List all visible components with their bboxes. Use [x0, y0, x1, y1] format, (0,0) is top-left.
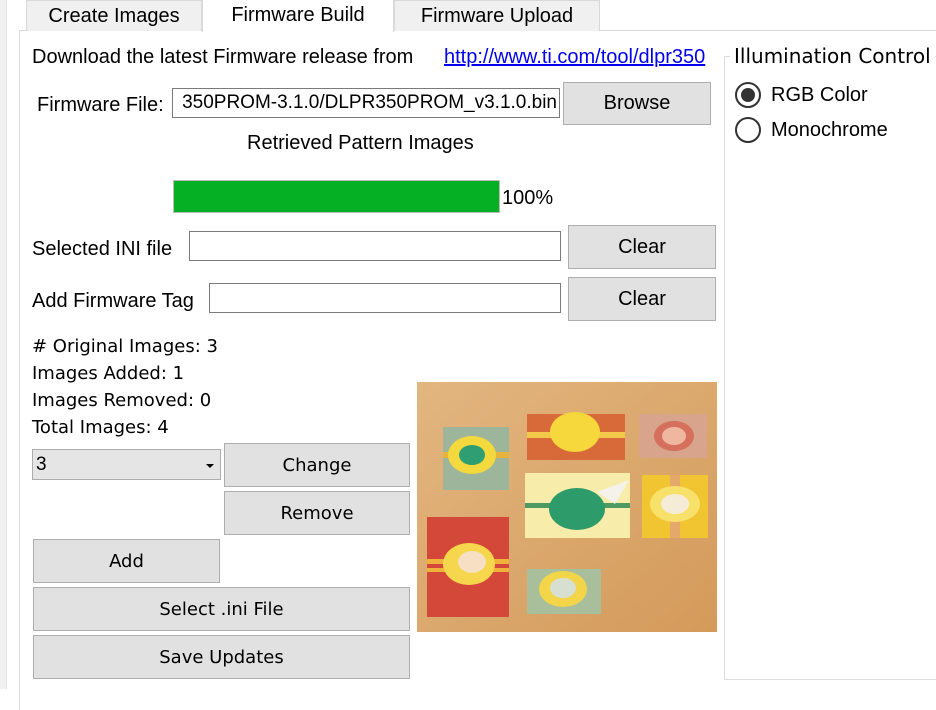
retrieved-progress-bar	[173, 180, 500, 213]
illumination-control-group	[724, 56, 936, 680]
radio-label: RGB Color	[771, 83, 868, 106]
firmware-tag-input[interactable]	[209, 283, 561, 313]
radio-button[interactable]	[735, 117, 761, 143]
tab-label: Firmware Build	[231, 4, 365, 26]
browse-button[interactable]: Browse	[563, 82, 711, 125]
illumination-control-title: Illumination Control	[730, 46, 935, 66]
tab-label: Firmware Upload	[420, 4, 574, 27]
retrieved-label: Retrieved Pattern Images	[247, 132, 474, 154]
progress-percent: 100%	[502, 187, 554, 209]
firmware-file-label: Firmware File:	[37, 94, 164, 116]
select-ini-button[interactable]: Select .ini File	[33, 587, 410, 631]
remove-button[interactable]: Remove	[224, 491, 410, 535]
radio-rgb-color[interactable]: RGB Color	[735, 82, 868, 108]
tab-label: Create Images	[48, 4, 180, 27]
download-link[interactable]: http://www.ti.com/tool/dlpr350	[444, 47, 705, 67]
clear-tag-button[interactable]: Clear	[568, 277, 716, 321]
tab-create-images[interactable]: Create Images	[26, 0, 202, 31]
radio-button[interactable]	[735, 82, 761, 108]
total-images-count: Total Images: 4	[32, 417, 169, 438]
tab-firmware-build[interactable]: Firmware Build	[202, 0, 394, 32]
chevron-down-icon	[206, 463, 214, 468]
ini-file-label: Selected INI file	[32, 238, 173, 260]
clear-ini-button[interactable]: Clear	[568, 225, 716, 269]
preview-illustration	[417, 382, 717, 632]
download-text: Download the latest Firmware release fro…	[32, 46, 414, 68]
add-button[interactable]: Add	[33, 539, 220, 583]
pattern-preview-image	[417, 382, 717, 632]
left-panel-edge	[0, 0, 7, 689]
radio-label: Monochrome	[771, 118, 888, 141]
firmware-file-value: 350PROM-3.1.0/DLPR350PROM_v3.1.0.bin	[182, 92, 557, 113]
tab-firmware-upload[interactable]: Firmware Upload	[394, 0, 600, 31]
change-button[interactable]: Change	[224, 443, 410, 487]
radio-monochrome[interactable]: Monochrome	[735, 117, 888, 143]
original-images-count: # Original Images: 3	[32, 336, 218, 357]
images-removed-count: Images Removed: 0	[32, 390, 212, 411]
firmware-tag-label: Add Firmware Tag	[32, 290, 194, 312]
image-index-value: 3	[36, 453, 47, 475]
firmware-file-input[interactable]: 350PROM-3.1.0/DLPR350PROM_v3.1.0.bin	[172, 88, 560, 118]
radio-selected-dot	[741, 88, 755, 102]
ini-file-input[interactable]	[189, 231, 561, 261]
image-index-select[interactable]: 3	[32, 449, 221, 480]
save-updates-button[interactable]: Save Updates	[33, 635, 410, 679]
images-added-count: Images Added: 1	[32, 363, 185, 384]
progress-fill	[174, 181, 499, 212]
